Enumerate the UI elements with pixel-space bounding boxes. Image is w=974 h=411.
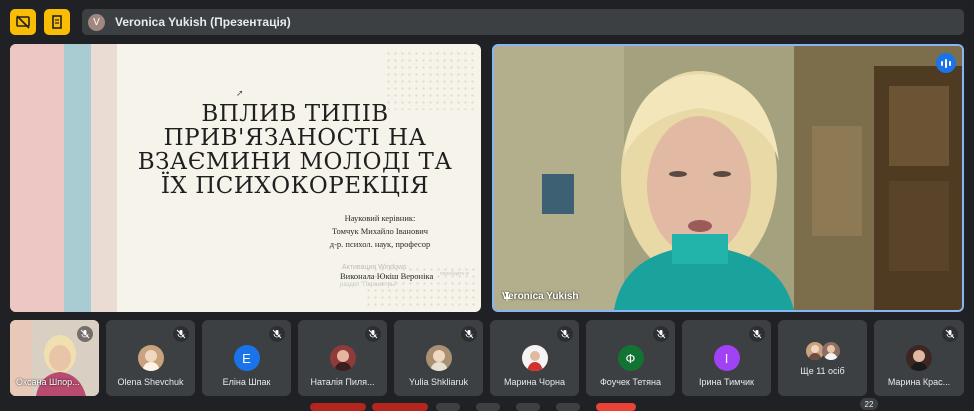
speaker-video xyxy=(494,46,962,310)
participant-avatar xyxy=(329,345,356,371)
participant-name: Olena Shevchuk xyxy=(117,377,184,387)
participant-tile[interactable]: Наталія Пиля... xyxy=(298,320,387,396)
participant-avatar xyxy=(906,345,932,371)
participant-count-badge: 22 xyxy=(860,398,878,410)
captions-button[interactable] xyxy=(436,403,460,411)
mic-control-button[interactable] xyxy=(310,403,366,411)
participant-avatar xyxy=(425,345,452,371)
muted-mic-icon xyxy=(749,326,765,342)
slide-title-line: ВЗАЄМИНИ МОЛОДІ ТА xyxy=(137,149,453,175)
document-button[interactable] xyxy=(44,9,70,35)
participant-tile[interactable]: E Еліна Шпак xyxy=(202,320,291,396)
participant-name: Фоучек Тетяна xyxy=(599,377,662,387)
leave-call-button[interactable] xyxy=(596,403,636,411)
pin-icon[interactable] xyxy=(502,291,512,301)
slide-stripe-beige xyxy=(91,44,117,312)
participant-avatar xyxy=(822,342,840,360)
supervisor-name: Томчук Михайло Іванович xyxy=(331,226,429,236)
emoji-button[interactable] xyxy=(476,403,500,411)
slide-title-line: ЇХ ПСИХОКОРЕКЦІЯ xyxy=(160,173,430,199)
stop-presenting-button[interactable] xyxy=(10,9,36,35)
presenter-avatar: V xyxy=(88,13,105,31)
participant-avatar: E xyxy=(233,345,260,371)
participant-name: Марина Чорна xyxy=(503,377,566,387)
muted-mic-icon xyxy=(461,326,477,342)
slide-stripe-pink xyxy=(10,44,64,312)
muted-mic-icon xyxy=(653,326,669,342)
slide-title-line: ПРИВ'ЯЗАНОСТІ НА xyxy=(163,125,427,151)
speaker-name: Veronica Yukish xyxy=(502,291,579,302)
present-button[interactable] xyxy=(516,403,540,411)
slide-title-line: ВПЛИВ ТИПІВ xyxy=(201,101,389,127)
participant-tile[interactable]: І Ірина Тимчик xyxy=(682,320,771,396)
participant-name: Наталія Пиля... xyxy=(310,377,375,387)
participant-name: Yulia Shkliaruk xyxy=(408,377,469,387)
speaker-name-label: Veronica Yukish xyxy=(502,291,579,302)
shared-slide[interactable]: ➚ ВПЛИВ ТИПІВ ПРИВ'ЯЗАНОСТІ НА ВЗАЄМИНИ … xyxy=(10,44,481,312)
muted-mic-icon xyxy=(365,326,381,342)
participant-avatar xyxy=(521,345,548,371)
participant-tile[interactable]: Olena Shevchuk xyxy=(106,320,195,396)
participant-name: Оксана Шпор... xyxy=(16,377,80,387)
participant-tile[interactable]: Ф Фоучек Тетяна xyxy=(586,320,675,396)
bottom-controls xyxy=(0,400,974,411)
camera-control-button[interactable] xyxy=(372,403,428,411)
document-icon xyxy=(52,15,62,29)
muted-mic-icon xyxy=(173,326,189,342)
slide-author: Виконала Юкіш Вероніка xyxy=(340,271,434,281)
participant-tile[interactable]: Оксана Шпор... xyxy=(10,320,99,396)
muted-mic-icon xyxy=(557,326,573,342)
slide-supervisor: Науковий керівник: Томчук Михайло Іванов… xyxy=(310,212,450,251)
participant-tile[interactable]: Марина Чорна xyxy=(490,320,579,396)
muted-mic-icon xyxy=(269,326,285,342)
participant-name: Еліна Шпак xyxy=(222,377,271,387)
participant-avatar: Ф xyxy=(617,345,644,371)
more-participants-label: Ще 11 осіб xyxy=(800,366,845,376)
presentation-title: Veronica Yukish (Презентація) xyxy=(115,15,291,29)
mouse-cursor-icon: ➚ xyxy=(236,88,244,98)
speaking-indicator-icon xyxy=(936,53,956,73)
speaker-video-tile[interactable]: Veronica Yukish xyxy=(492,44,964,312)
supervisor-label: Науковий керівник: xyxy=(344,213,416,223)
activation-watermark-bottom: раздел "Параметры" xyxy=(340,282,398,288)
participant-tile[interactable]: Yulia Shkliaruk xyxy=(394,320,483,396)
more-participants-tile[interactable]: Ще 11 осіб xyxy=(778,320,867,396)
muted-mic-icon xyxy=(942,326,958,342)
participant-name: Ірина Тимчик xyxy=(699,377,754,387)
activation-watermark: Активация Windows xyxy=(342,264,407,271)
present-off-icon xyxy=(16,15,30,29)
participant-avatar xyxy=(137,345,164,371)
slide-title: ВПЛИВ ТИПІВ ПРИВ'ЯЗАНОСТІ НА ВЗАЄМИНИ МО… xyxy=(135,102,455,198)
participant-avatar: І xyxy=(713,345,740,371)
slide-author-block: Активация Windows Виконала Юкіш Вероніка… xyxy=(310,264,481,292)
muted-mic-icon xyxy=(77,326,93,342)
slide-stripe-blue xyxy=(64,44,91,312)
presentation-chip[interactable]: V Veronica Yukish (Презентація) xyxy=(82,9,964,35)
more-options-button[interactable] xyxy=(556,403,580,411)
participant-name: Марина Крас... xyxy=(887,377,951,387)
top-bar: V Veronica Yukish (Презентація) xyxy=(0,0,974,42)
slide-dot-pattern xyxy=(385,50,475,110)
supervisor-title: д-р. психол. наук, професор xyxy=(329,239,431,249)
participant-strip: Оксана Шпор... Olena Shevchuk E Еліна Шп… xyxy=(10,320,964,396)
participant-tile[interactable]: Марина Крас... xyxy=(874,320,964,396)
activation-watermark-side: перейдите в xyxy=(440,271,469,277)
